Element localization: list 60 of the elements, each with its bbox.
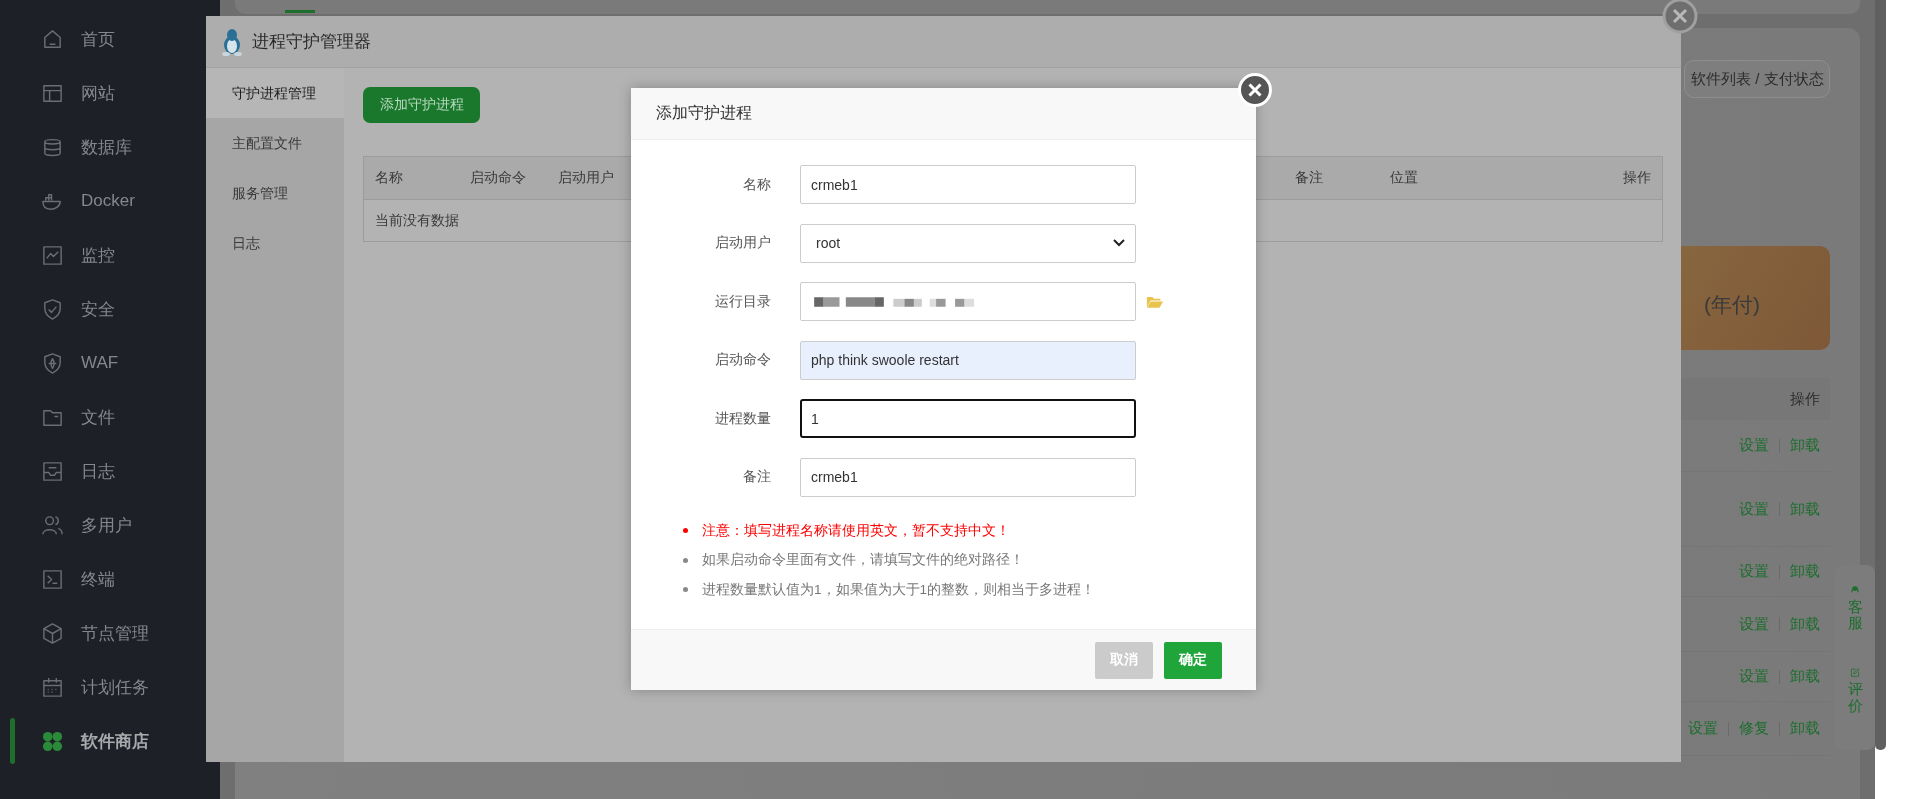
input-field[interactable]: 1 (800, 399, 1136, 438)
add-button[interactable]: 添加守护进程 (363, 87, 480, 123)
folder-icon[interactable] (1146, 294, 1164, 309)
tab-underline (285, 10, 315, 13)
sidebar-item[interactable]: 计划任务 (41, 675, 149, 699)
sidebar-item[interactable]: 日志 (41, 459, 115, 483)
sidebar-item[interactable]: 节点管理 (41, 621, 149, 645)
penguin-icon (220, 27, 244, 56)
column-header: 启动命令 (470, 169, 526, 187)
sidebar-item[interactable]: 网站 (41, 81, 115, 105)
dialog-title: 添加守护进程 (656, 103, 752, 123)
directory-field[interactable] (800, 282, 1136, 321)
nav-tab[interactable]: 守护进程管理 (206, 68, 344, 118)
field-label: 名称 (742, 175, 771, 194)
sidebar-item[interactable]: 数据库 (41, 135, 132, 159)
user-select[interactable]: root (800, 223, 1136, 263)
chevron-down-icon (1113, 239, 1125, 247)
column-header: 备注 (1295, 169, 1323, 187)
clover-icon (41, 729, 64, 753)
sidebar-item[interactable]: Docker (41, 189, 135, 213)
sidebar-item[interactable]: 监控 (41, 243, 115, 267)
empty-message: 当前没有数据 (375, 211, 459, 230)
terminal-icon (41, 567, 64, 591)
active-indicator (10, 718, 15, 764)
field-label: 启动命令 (714, 351, 771, 369)
note-text: 注意：填写进程名称请使用英文，暂不支持中文！ (702, 521, 1010, 540)
column-header: 名称 (375, 169, 403, 187)
note-text: 进程数量默认值为1，如果值为大于1的整数，则相当于多进程！ (702, 580, 1096, 599)
field-label: 运行目录 (714, 292, 771, 311)
window-title: 进程守护管理器 (252, 31, 371, 53)
home-icon (41, 27, 64, 51)
calendar-icon (41, 675, 64, 699)
input-field[interactable]: crmeb1 (800, 165, 1136, 204)
sidebar-item[interactable]: 多用户 (41, 513, 132, 537)
field-label: 启动用户 (714, 234, 771, 252)
inbox-icon (41, 459, 64, 483)
globe-shield-icon (41, 351, 64, 375)
users-icon (41, 513, 64, 537)
cube-icon (41, 621, 64, 645)
chart-icon (41, 243, 64, 267)
column-header: 位置 (1390, 169, 1418, 187)
column-header: 启动用户 (558, 169, 614, 187)
scrollbar[interactable] (1875, 0, 1886, 750)
sidebar-item[interactable]: 文件 (41, 405, 115, 429)
shield-icon (41, 297, 64, 321)
sidebar-item[interactable]: 软件商店 (41, 729, 149, 753)
input-field[interactable]: php think swoole restart (800, 340, 1136, 380)
input-field[interactable]: crmeb1 (800, 457, 1136, 497)
sidebar-item[interactable]: 安全 (41, 297, 115, 321)
field-label: 备注 (742, 468, 771, 486)
refresh-button[interactable]: 软件列表 / 支付状态 (1684, 60, 1830, 98)
banner-text: (年付) (1704, 292, 1760, 318)
column-header: 操作 (1623, 169, 1651, 187)
confirm-button[interactable]: 确定 (1164, 641, 1222, 679)
sidebar-item[interactable]: WAF (41, 351, 119, 375)
sidebar-item[interactable]: 首页 (41, 27, 115, 51)
sidebar-item[interactable]: 终端 (41, 567, 115, 591)
column-header: 操作 (1790, 389, 1820, 409)
field-label: 进程数量 (714, 409, 771, 428)
note-text: 如果启动命令里面有文件，请填写文件的绝对路径！ (702, 551, 1024, 570)
